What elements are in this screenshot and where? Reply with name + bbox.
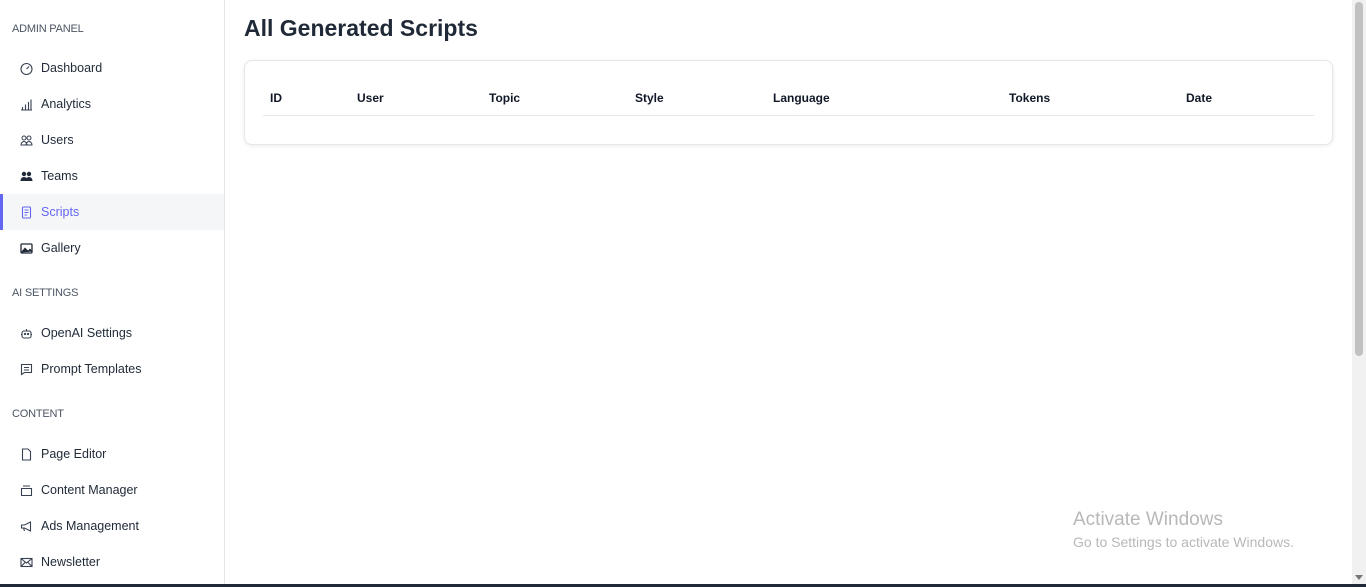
column-header-id: ID (270, 91, 282, 105)
watermark-title: Activate Windows (1073, 509, 1223, 530)
sidebar-item-label: Gallery (41, 241, 81, 255)
sidebar-item-users[interactable]: Users (0, 122, 224, 158)
sidebar-item-label: OpenAI Settings (41, 326, 133, 340)
sidebar-item-content-manager[interactable]: Content Manager (0, 472, 224, 508)
sidebar-item-openai-settings[interactable]: OpenAI Settings (0, 315, 224, 351)
megaphone-icon (20, 520, 33, 533)
column-header-tokens: Tokens (1009, 91, 1051, 105)
watermark-subtitle: Go to Settings to activate Windows. (1073, 534, 1294, 550)
section-content: CONTENT (12, 408, 64, 420)
sidebar-item-newsletter[interactable]: Newsletter (0, 544, 224, 580)
sidebar: ADMIN PANEL Dashboard Analytics Users Te… (0, 0, 225, 584)
section-ai-settings: AI SETTINGS (12, 287, 79, 299)
activate-windows-watermark: Activate Windows Go to Settings to activ… (1073, 509, 1294, 550)
sidebar-item-label: Prompt Templates (41, 362, 142, 376)
sidebar-item-label: Users (41, 133, 74, 147)
main-content: All Generated Scripts ID User Topic Styl… (225, 0, 1352, 584)
sidebar-item-label: Ads Management (41, 519, 139, 533)
robot-icon (20, 327, 33, 340)
column-header-language: Language (773, 91, 830, 105)
sidebar-item-label: Analytics (41, 97, 92, 111)
column-header-topic: Topic (489, 91, 521, 105)
sidebar-item-prompt-templates[interactable]: Prompt Templates (0, 351, 224, 387)
table-header: ID User Topic Style Language Tokens Date (263, 89, 1314, 116)
page-title: All Generated Scripts (244, 15, 478, 41)
column-header-user: User (357, 91, 384, 105)
sidebar-item-dashboard[interactable]: Dashboard (0, 50, 224, 86)
sidebar-item-label: Content Manager (41, 483, 138, 497)
gauge-icon (20, 62, 33, 75)
section-admin-panel: ADMIN PANEL (12, 23, 84, 35)
column-header-style: Style (635, 91, 664, 105)
column-header-date: Date (1186, 91, 1213, 105)
sidebar-item-ads-management[interactable]: Ads Management (0, 508, 224, 544)
sidebar-item-label: Teams (41, 169, 78, 183)
mail-icon (20, 556, 33, 569)
document-icon (20, 205, 33, 219)
sidebar-item-label: Dashboard (41, 61, 103, 75)
vertical-scrollbar[interactable] (1352, 0, 1366, 584)
sidebar-item-gallery[interactable]: Gallery (0, 230, 224, 266)
scrollbar-thumb[interactable] (1355, 2, 1363, 356)
sidebar-item-scripts[interactable]: Scripts (0, 194, 224, 230)
scripts-table-card: ID User Topic Style Language Tokens Date (244, 60, 1333, 145)
sidebar-item-label: Newsletter (41, 555, 101, 569)
sidebar-item-label: Scripts (41, 205, 80, 219)
sidebar-item-page-editor[interactable]: Page Editor (0, 436, 224, 472)
image-icon (20, 242, 33, 255)
file-icon (20, 447, 33, 461)
sidebar-item-teams[interactable]: Teams (0, 158, 224, 194)
sidebar-item-label: Page Editor (41, 447, 107, 461)
bar-chart-icon (20, 98, 33, 111)
sidebar-item-analytics[interactable]: Analytics (0, 86, 224, 122)
scroll-down-arrow-icon[interactable] (1355, 575, 1363, 580)
archive-icon (20, 484, 33, 497)
team-icon (20, 170, 33, 183)
users-icon (20, 134, 33, 147)
message-icon (20, 363, 33, 376)
